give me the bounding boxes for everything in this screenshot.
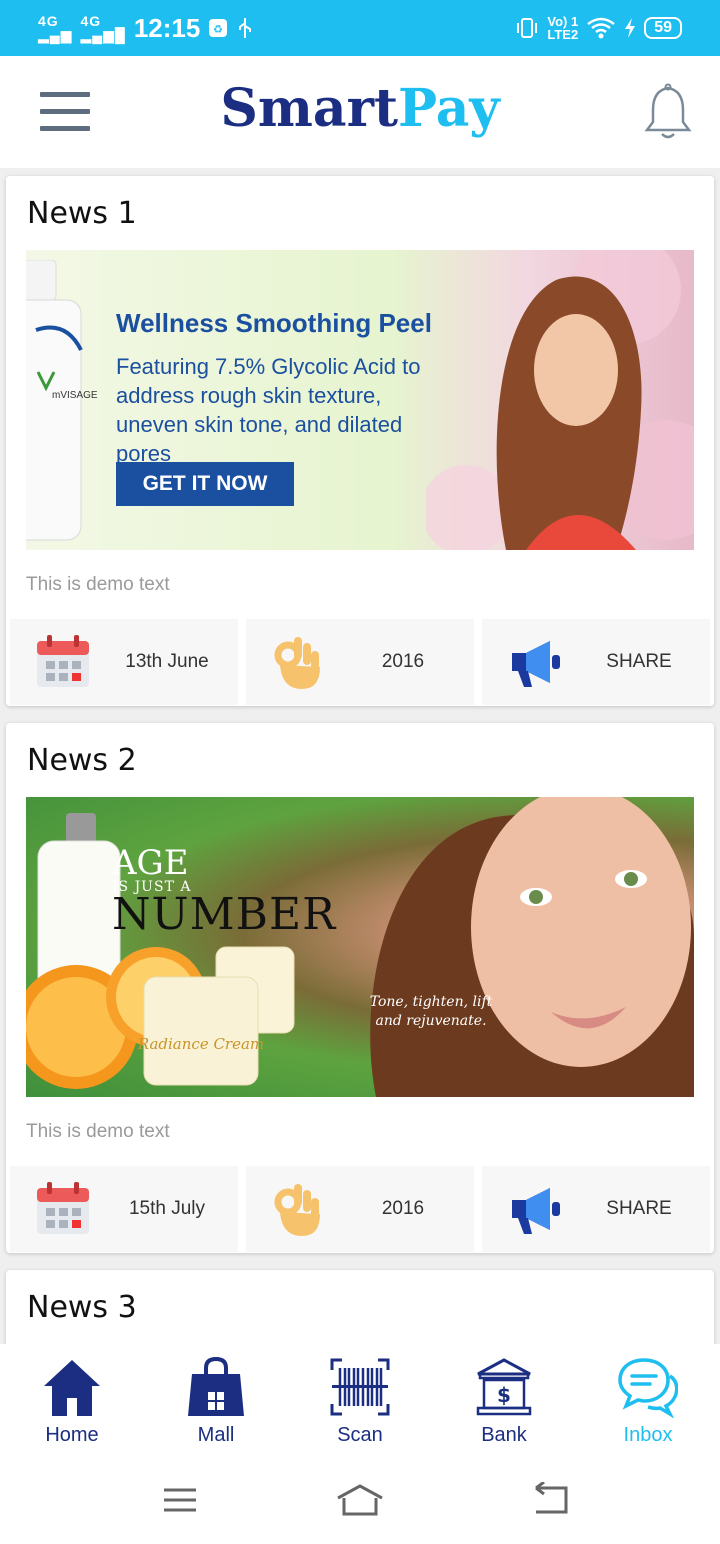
battery-indicator: 59 [644, 17, 682, 39]
news-banner-image[interactable]: mVISAGE Wellness Smoothing Peel Featurin… [26, 250, 694, 550]
nav-bank[interactable]: $ Bank [432, 1344, 576, 1456]
clock: 12:15 [133, 12, 201, 43]
like-chip[interactable]: 2016 [246, 1166, 474, 1252]
banner-tagline: Tone, tighten, lift and rejuvenate. [369, 994, 493, 1029]
logo-smart: Smart [220, 78, 399, 139]
nav-scan-label: Scan [337, 1424, 383, 1446]
news-feed[interactable]: News 1 mVISAGE Wellness Smoothing Peel F… [0, 168, 720, 1344]
news-card: News 2 Radiance Cream AGE IS JUST A NUMB… [6, 723, 714, 1253]
status-bar: 4G ▂▄▆ 4G ▂▄▆█ 12:15 ♻ Vo) 1 LTE2 59 [0, 0, 720, 56]
news-title: News 3 [27, 1290, 137, 1325]
system-navigation-bar [0, 1456, 720, 1544]
news-date: 15th July [128, 1198, 206, 1219]
nav-mall-label: Mall [197, 1424, 235, 1446]
lte-label: LTE2 [547, 27, 579, 42]
wifi-icon [587, 17, 615, 39]
app-header: SmartPay [0, 56, 720, 168]
news-description: This is demo text [26, 1121, 170, 1142]
megaphone-icon [512, 641, 560, 687]
banner-body: Featuring 7.5% Glycolic Acid to address … [116, 354, 421, 466]
recent-apps-icon[interactable] [154, 1482, 206, 1518]
product-brand: mVISAGE [52, 390, 98, 401]
vibrate-icon [517, 18, 538, 38]
settings-notification-icon: ♻ [209, 19, 228, 37]
date-chip[interactable]: 15th July [10, 1166, 238, 1252]
barcode-scan-icon [330, 1358, 390, 1416]
nav-bank-label: Bank [481, 1424, 527, 1446]
news-description: This is demo text [26, 574, 170, 595]
banner-number: NUMBER [112, 889, 337, 940]
nav-home[interactable]: Home [0, 1344, 144, 1456]
share-label: SHARE [606, 651, 672, 672]
volte-indicator: Vo) 1 LTE2 [547, 15, 578, 41]
chat-bubbles-icon [618, 1358, 678, 1418]
calendar-icon [37, 1182, 89, 1234]
news-actions: 13th June 2016 SHARE [10, 619, 710, 705]
news-date: 13th June [125, 651, 209, 672]
banner-headline: Wellness Smoothing Peel [116, 308, 432, 338]
news-year: 2016 [381, 651, 425, 672]
signal-1-icon: 4G ▂▄▆ [38, 13, 73, 43]
shopping-bag-icon [188, 1356, 244, 1416]
nav-inbox[interactable]: Inbox [576, 1344, 720, 1456]
notification-bell-icon[interactable] [638, 82, 698, 142]
share-button[interactable]: SHARE [482, 1166, 710, 1252]
share-button[interactable]: SHARE [482, 619, 710, 705]
nav-home-label: Home [45, 1424, 99, 1446]
news-actions: 15th July 2016 SHARE [10, 1166, 710, 1252]
news-title: News 1 [27, 196, 137, 231]
svg-text:♻: ♻ [213, 23, 223, 36]
network-type-2: 4G [80, 13, 102, 29]
product-name: Radiance Cream [137, 1035, 264, 1053]
news-title: News 2 [27, 743, 137, 778]
product-bottle-illustration [26, 260, 83, 541]
ok-hand-icon [274, 1184, 320, 1236]
nav-inbox-label: Inbox [623, 1424, 673, 1446]
network-type-1: 4G [38, 13, 59, 29]
bottom-navigation: Home Mall Scan $ Bank Inbox [0, 1344, 720, 1456]
home-system-icon[interactable] [334, 1482, 386, 1518]
back-icon[interactable] [524, 1482, 576, 1518]
logo-pay: Pay [398, 78, 500, 139]
calendar-icon [37, 635, 89, 687]
home-icon [44, 1360, 100, 1416]
banner-age: AGE [112, 843, 189, 883]
ok-hand-icon [274, 637, 320, 689]
signal-2-icon: 4G ▂▄▆█ [80, 13, 126, 43]
news-card: News 1 mVISAGE Wellness Smoothing Peel F… [6, 176, 714, 706]
nav-mall[interactable]: Mall [144, 1344, 288, 1456]
share-label: SHARE [606, 1198, 672, 1219]
charging-icon [625, 18, 636, 38]
like-chip[interactable]: 2016 [246, 619, 474, 705]
news-year: 2016 [381, 1198, 425, 1219]
news-card: News 3 [6, 1270, 714, 1344]
news-banner-image[interactable]: Radiance Cream AGE IS JUST A NUMBER Tone… [26, 797, 694, 1097]
nav-scan[interactable]: Scan [288, 1344, 432, 1456]
date-chip[interactable]: 13th June [10, 619, 238, 705]
get-it-now-button[interactable]: GET IT NOW [116, 462, 294, 506]
megaphone-icon [512, 1188, 560, 1234]
usb-icon [239, 18, 252, 38]
skincare-illustration: Radiance Cream [26, 797, 694, 1097]
bank-icon: $ [476, 1358, 532, 1416]
app-logo: SmartPay [0, 78, 720, 139]
woman-with-flowers-illustration [426, 250, 694, 550]
svg-text:$: $ [497, 1383, 511, 1407]
